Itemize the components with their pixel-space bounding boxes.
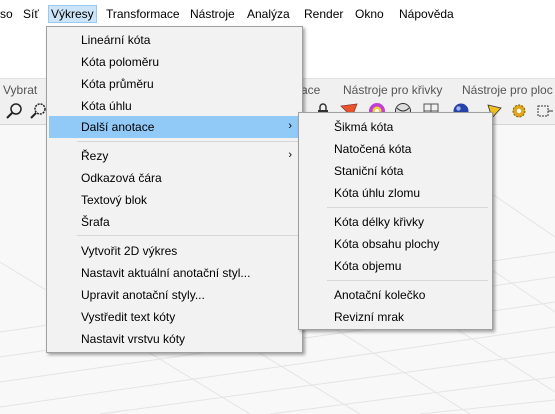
tab-surface-tools[interactable]: Nástroje pro ploc [462, 83, 553, 97]
submenu-item-rotated-dimension[interactable]: Natočená kóta [301, 138, 490, 160]
menu-mesh[interactable]: Síť [22, 6, 40, 22]
menu-item-hatch[interactable]: Šrafa [49, 211, 300, 233]
submenu-arrow-icon: › [288, 149, 292, 161]
menu-separator [327, 207, 488, 208]
submenu-item-ordinate-dimension[interactable]: Staniční kóta [301, 160, 490, 182]
submenu-item-bend-angle-dimension[interactable]: Kóta úhlu zlomu [301, 182, 490, 204]
menu-item-label: Kóta průměru [81, 77, 154, 91]
submenu-item-label: Revizní mrak [334, 310, 405, 324]
menu-separator [77, 141, 298, 142]
menu-item-more-annotations[interactable]: Další anotace › [49, 116, 300, 138]
menu-item-label: Vytvořit 2D výkres [81, 244, 178, 258]
submenu-item-label: Kóta obsahu plochy [334, 237, 440, 251]
menu-item-label: Řezy [81, 149, 109, 163]
submenu-item-label: Šikmá kóta [334, 120, 394, 134]
menu-item-label: Upravit anotační styly... [81, 288, 205, 302]
menu-item-label: Lineární kóta [81, 33, 151, 47]
menu-item-label: Textový blok [81, 193, 148, 207]
menu-separator [77, 235, 298, 236]
menu-help[interactable]: Nápověda [398, 6, 455, 22]
submenu-item-label: Kóta délky křivky [334, 215, 425, 229]
zoom-icon[interactable] [6, 102, 24, 120]
menu-item-label: Vystředit text kóty [81, 310, 176, 324]
menu-item-label: Nastavit vrstvu kóty [81, 332, 186, 346]
submenu-item-aligned-dimension[interactable]: Šikmá kóta [301, 116, 490, 138]
submenu-item-curve-length-dimension[interactable]: Kóta délky křivky [301, 211, 490, 233]
menu-item-label: Kóta úhlu [81, 99, 132, 113]
menu-item-label: Šrafa [81, 215, 110, 229]
menu-item-center-dimension-text[interactable]: Vystředit text kóty [49, 306, 300, 328]
menu-transform[interactable]: Transformace [105, 6, 181, 22]
menu-item-linear-dimension[interactable]: Lineární kóta [49, 29, 300, 51]
menu-item-set-annotation-style[interactable]: Nastavit aktuální anotační styl... [49, 262, 300, 284]
menu-item-label: Další anotace [81, 120, 155, 134]
submenu-item-label: Anotační kolečko [334, 288, 426, 302]
submenu-item-annotation-balloon[interactable]: Anotační kolečko [301, 284, 490, 306]
more-annotations-submenu: Šikmá kóta Natočená kóta Staniční kóta K… [298, 112, 493, 330]
menu-item-make-2d[interactable]: Vytvořit 2D výkres [49, 240, 300, 262]
settings-gear-icon[interactable] [510, 102, 528, 120]
menu-render[interactable]: Render [303, 6, 344, 22]
menu-item-diameter-dimension[interactable]: Kóta průměru [49, 73, 300, 95]
menu-separator [327, 280, 488, 281]
menu-item-label: Odkazová čára [81, 171, 162, 185]
menu-item-label: Nastavit aktuální anotační styl... [81, 266, 251, 280]
tab-partial[interactable]: ace [301, 83, 320, 97]
menu-analysis[interactable]: Analýza [246, 6, 291, 22]
submenu-item-label: Kóta objemu [334, 259, 402, 273]
submenu-item-area-dimension[interactable]: Kóta obsahu plochy [301, 233, 490, 255]
submenu-item-volume-dimension[interactable]: Kóta objemu [301, 255, 490, 277]
menu-item-radius-dimension[interactable]: Kóta poloměru [49, 51, 300, 73]
menu-bar: so Síť Výkresy Transformace Nástroje Ana… [0, 0, 555, 26]
submenu-item-label: Staniční kóta [334, 164, 404, 178]
menu-drawings[interactable]: Výkresy [48, 5, 97, 23]
submenu-arrow-icon: › [288, 120, 292, 132]
menu-item-leader[interactable]: Odkazová čára [49, 167, 300, 189]
dimension-tool-icon[interactable] [535, 102, 553, 120]
menu-item-angle-dimension[interactable]: Kóta úhlu [49, 95, 300, 117]
menu-window[interactable]: Okno [354, 6, 385, 22]
menu-item-label: Kóta poloměru [81, 55, 160, 69]
drawings-menu: Lineární kóta Kóta poloměru Kóta průměru… [46, 26, 303, 353]
menu-item-set-dimension-layer[interactable]: Nastavit vrstvu kóty [49, 328, 300, 350]
submenu-item-revision-cloud[interactable]: Revizní mrak [301, 306, 490, 328]
menu-item-text-block[interactable]: Textový blok [49, 189, 300, 211]
menu-item-sections[interactable]: Řezy › [49, 145, 300, 167]
menu-file[interactable]: so [0, 6, 14, 22]
submenu-item-label: Kóta úhlu zlomu [334, 186, 421, 200]
submenu-item-label: Natočená kóta [334, 142, 412, 156]
menu-tools[interactable]: Nástroje [189, 6, 236, 22]
menu-item-edit-annotation-styles[interactable]: Upravit anotační styly... [49, 284, 300, 306]
tab-select[interactable]: Vybrat [3, 83, 37, 97]
tab-curve-tools[interactable]: Nástroje pro křivky [343, 83, 442, 97]
